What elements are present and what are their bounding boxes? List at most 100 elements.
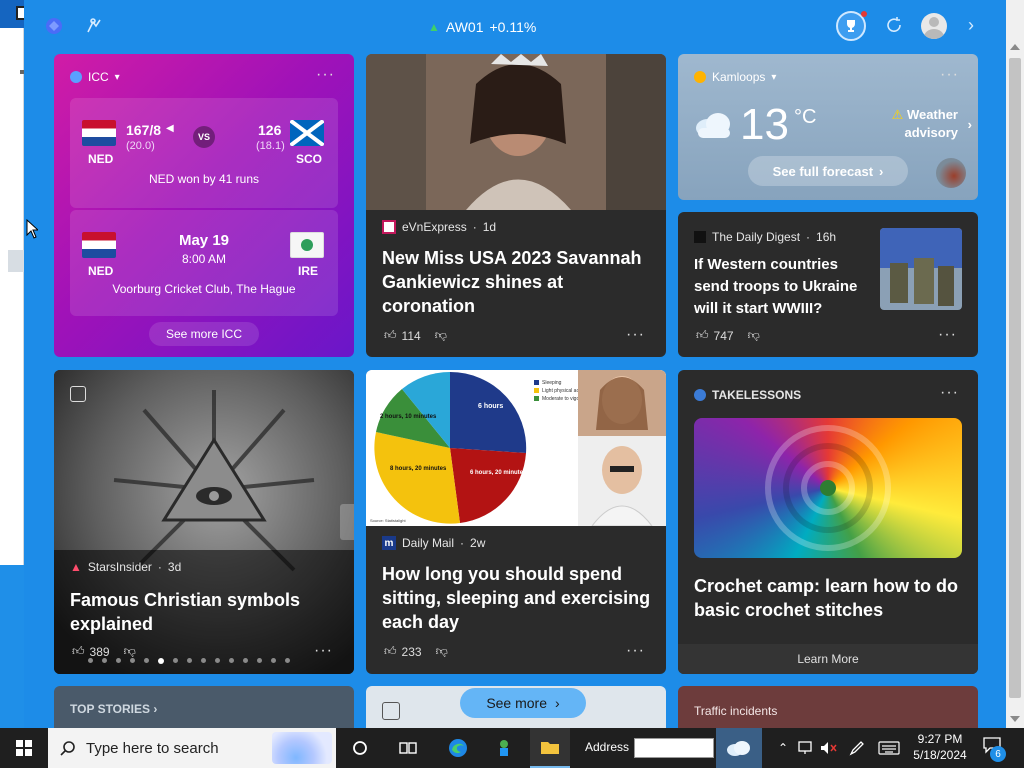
news-headline[interactable]: Famous Christian symbols explained [70,588,342,636]
advisory-label-1: Weather [906,107,958,122]
more-options-icon[interactable]: ··· [940,66,959,84]
more-options-icon[interactable]: ··· [938,326,957,344]
chevron-down-icon: ▾ [771,71,777,83]
news-source[interactable]: The Daily Digest · 16h [694,230,836,244]
carousel-dot[interactable] [271,658,276,663]
pen-icon[interactable] [846,728,868,768]
edge-button[interactable] [442,728,474,768]
news-source[interactable]: eVnExpress · 1d [382,220,496,234]
match-result[interactable]: NED 167/8 ◀ (20.0) VS 126 (18.1) SCO NED… [70,98,338,208]
news-card-daily-mail[interactable]: 6 hours 2 hours, 10 minutes 8 hours, 20 … [366,370,666,674]
carousel-dot[interactable] [257,658,262,663]
thumbs-down-icon[interactable]: 👎︎ [435,328,447,343]
show-hidden-icons-chevron-icon[interactable]: ⌃ [774,728,792,768]
news-source[interactable]: ▲ StarsInsider · 3d [70,560,181,574]
widgets-logo-icon[interactable] [42,14,66,38]
like-button[interactable]: 👍︎ 114 [384,328,421,343]
news-thumbnail[interactable] [880,228,962,310]
windows-logo-icon [16,740,32,756]
carousel-dot[interactable] [144,658,149,663]
ad-card-takelessons[interactable]: TAKELESSONS ··· Crochet camp: learn how … [678,370,978,674]
carousel-dot[interactable] [201,658,206,663]
carousel-dot[interactable] [187,658,192,663]
weather-card[interactable]: Kamloops ▾ ··· 13 °C ⚠ Weather advisory … [678,54,978,200]
background-window[interactable] [0,0,26,565]
news-card-miss-usa[interactable]: eVnExpress · 1d New Miss USA 2023 Savann… [366,54,666,357]
scrollbar-thumb[interactable] [1009,58,1021,698]
scroll-up-arrow-icon[interactable] [1010,44,1020,50]
upcoming-match[interactable]: NED May 19 8:00 AM IRE Voorburg Cricket … [70,210,338,316]
chevron-right-icon[interactable]: › [968,15,974,36]
taskbar-search-box[interactable]: Type here to search [48,728,336,768]
carousel-dot[interactable] [102,658,107,663]
thumbs-down-icon[interactable]: 👎︎ [748,328,760,343]
learn-more-button[interactable]: Learn More [678,644,978,674]
carousel-dot[interactable] [229,658,234,663]
more-options-icon[interactable]: ··· [940,384,959,402]
team-b-overs: (18.1) [256,140,285,152]
top-stories-header[interactable]: TOP STORIES › [70,702,157,716]
stock-ticker[interactable]: ▲ AW01 +0.11% [416,14,548,40]
thumbs-down-icon[interactable]: 👎︎ [124,644,136,659]
network-icon[interactable] [794,728,816,768]
sports-icon[interactable] [82,14,106,38]
see-full-forecast-button[interactable]: See full forecast › [748,156,908,186]
profile-avatar[interactable] [921,13,947,39]
icc-header[interactable]: ICC ▾ [70,70,120,84]
news-headline[interactable]: New Miss USA 2023 Savannah Gankiewicz sh… [382,246,654,318]
news-card-christian-symbols[interactable]: ▲ StarsInsider · 3d Famous Christian sym… [54,370,354,674]
cortana-button[interactable] [346,728,374,768]
task-view-button[interactable] [394,728,422,768]
weather-location[interactable]: Kamloops ▾ [694,70,776,84]
refresh-button[interactable] [884,15,904,40]
like-button[interactable]: 👍︎ 389 [72,644,110,659]
carousel-dot[interactable] [243,658,248,663]
reaction-bar: 👍︎ 233 👎︎ [384,644,448,659]
thumbs-down-icon[interactable]: 👎︎ [436,644,448,659]
traffic-card[interactable]: Traffic incidents [678,686,978,728]
more-options-icon[interactable]: ··· [314,642,333,660]
carousel-dot[interactable] [130,658,135,663]
like-button[interactable]: 👍︎ 747 [696,328,734,343]
address-input[interactable] [634,738,714,758]
carousel-next-button[interactable] [340,504,354,540]
radar-map-icon[interactable] [936,158,966,188]
panel-scrollbar[interactable] [1006,0,1024,728]
carousel-dot[interactable] [173,658,178,663]
more-options-icon[interactable]: ··· [626,642,645,660]
like-button[interactable]: 👍︎ 233 [384,644,422,659]
scroll-down-arrow-icon[interactable] [1010,716,1020,722]
carousel-dot[interactable] [285,658,290,663]
carousel-dot[interactable] [88,658,93,663]
app-button[interactable] [488,728,520,768]
notification-center-button[interactable]: 6 [982,736,1006,762]
more-options-icon[interactable]: ··· [626,326,645,344]
weather-advisory-link[interactable]: ⚠ Weather advisory › [892,106,972,142]
carousel-dot[interactable] [116,658,121,663]
file-explorer-button[interactable] [530,728,570,768]
news-source[interactable]: m Daily Mail · 2w [382,536,485,550]
ad-image[interactable] [694,418,962,558]
start-button[interactable] [0,728,48,768]
system-clock[interactable]: 9:27 PM 5/18/2024 [908,731,972,763]
see-more-button[interactable]: See more › [460,688,586,718]
news-image[interactable]: 6 hours 2 hours, 10 minutes 8 hours, 20 … [366,370,666,526]
more-options-icon[interactable]: ··· [316,66,335,84]
thumbs-up-icon: 👍︎ [384,328,397,342]
temperature-unit: °C [794,106,817,128]
news-headline[interactable]: If Western countries send troops to Ukra… [694,254,872,320]
news-card-daily-digest[interactable]: The Daily Digest · 16h If Western countr… [678,212,978,357]
keyboard-icon[interactable] [876,728,902,768]
ad-source[interactable]: TAKELESSONS [694,388,801,402]
news-image[interactable] [366,54,666,210]
carousel-dot[interactable] [158,658,164,664]
taskbar-weather-widget[interactable] [716,728,762,768]
news-headline[interactable]: How long you should spend sitting, sleep… [382,562,654,634]
ad-headline[interactable]: Crochet camp: learn how to do basic croc… [694,574,966,622]
volume-muted-icon[interactable] [818,728,840,768]
see-more-icc-button[interactable]: See more ICC [149,322,259,346]
rewards-trophy-button[interactable] [836,11,867,41]
carousel-dot[interactable] [215,658,220,663]
icc-cricket-card[interactable]: ICC ▾ ··· NED 167/8 ◀ (20.0) VS 126 (18.… [54,54,354,357]
top-stories-card[interactable]: TOP STORIES › [54,686,354,728]
